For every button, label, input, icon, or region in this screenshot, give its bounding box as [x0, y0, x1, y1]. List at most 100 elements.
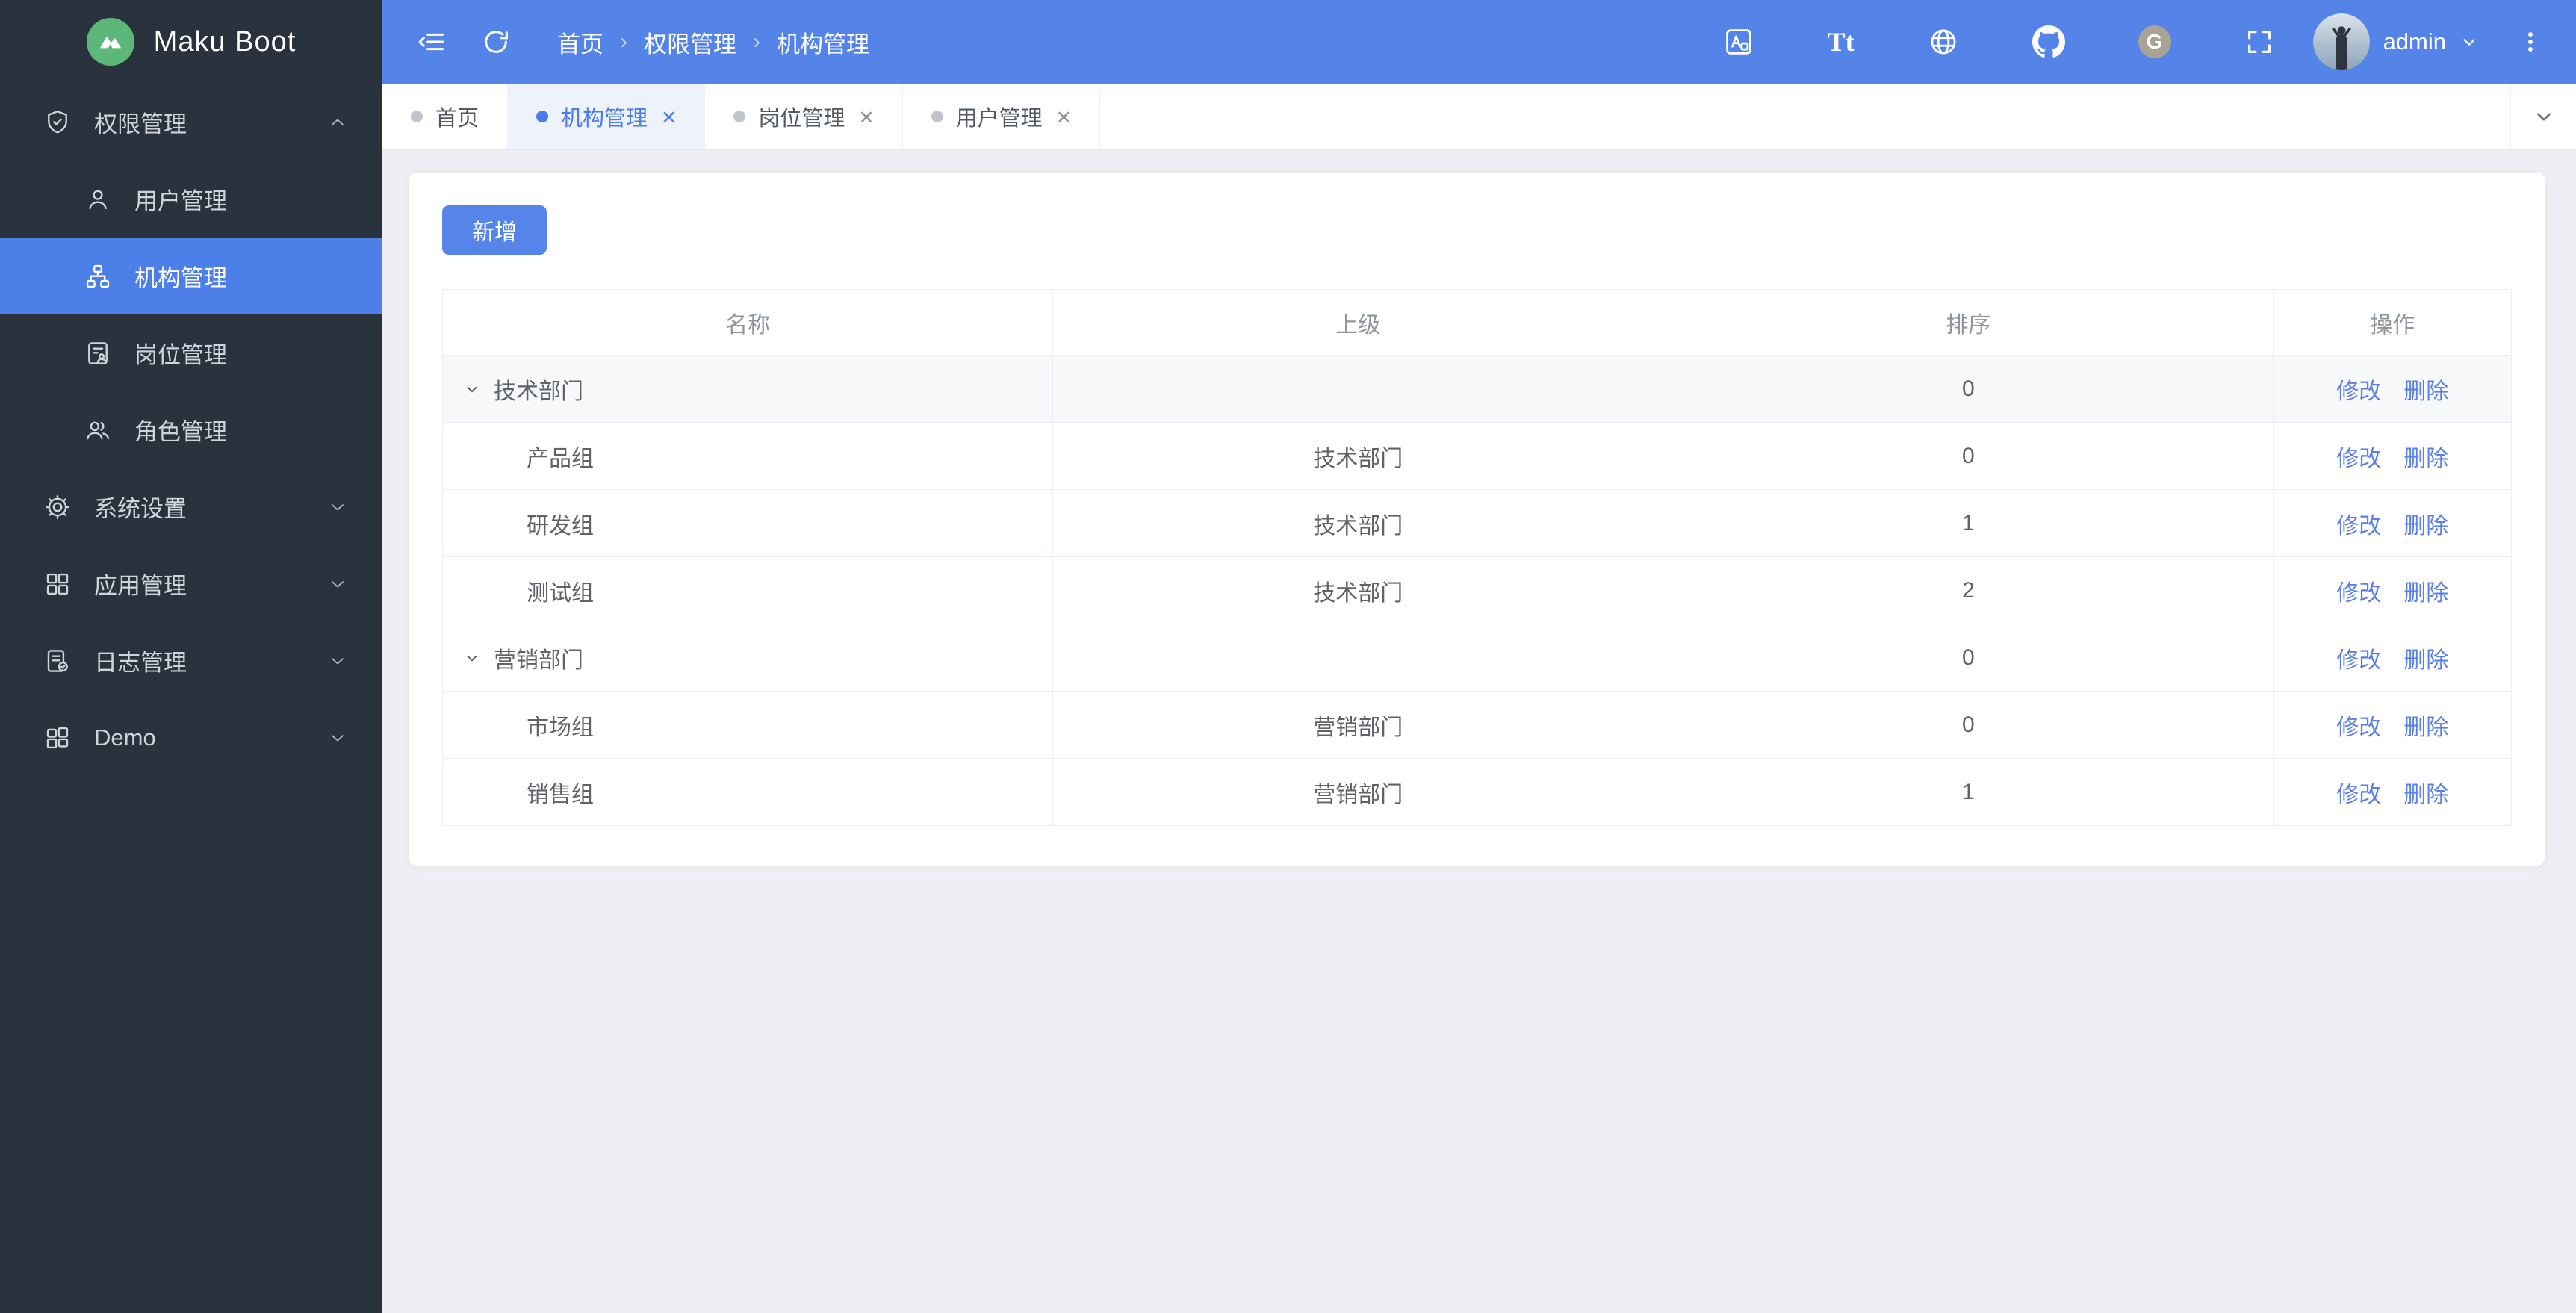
edit-link[interactable]: 修改 — [2336, 783, 2381, 807]
tabbar: 首页 机构管理 × 岗位管理 × 用户管理 × — [382, 84, 2576, 150]
expand-arrow-icon[interactable] — [459, 645, 485, 671]
cell-name: 测试组 — [441, 556, 1054, 624]
cell-name: 销售组 — [441, 758, 1054, 826]
chevron-down-icon — [327, 651, 348, 671]
sidebar-item-label: Demo — [94, 724, 156, 751]
close-icon[interactable]: × — [859, 105, 873, 129]
sidebar-item-1[interactable]: 系统设置 — [0, 468, 382, 545]
app-logo[interactable]: Maku Boot — [0, 0, 382, 84]
cell-actions: 修改 删除 — [2273, 691, 2512, 759]
delete-link[interactable]: 删除 — [2403, 514, 2448, 538]
breadcrumb-item-0[interactable]: 首页 — [557, 25, 603, 59]
sidebar-item-0[interactable]: 权限管理 — [0, 84, 382, 161]
expand-arrow-icon[interactable] — [459, 376, 485, 402]
add-button[interactable]: 新增 — [442, 205, 547, 255]
delete-link[interactable]: 删除 — [2403, 447, 2448, 471]
topbar: 首页 › 权限管理 › 机构管理 Tt G admin — [382, 0, 2576, 84]
org-icon — [84, 262, 112, 291]
chevron-down-icon — [2463, 39, 2475, 46]
user-menu[interactable]: admin — [2312, 13, 2479, 70]
sidebar-subitem-0-1[interactable]: 机构管理 — [0, 238, 382, 314]
tabs-dropdown-icon[interactable] — [2510, 84, 2576, 149]
gear-icon — [43, 493, 72, 521]
fullscreen-icon[interactable] — [2244, 27, 2274, 57]
cell-actions: 修改 删除 — [2273, 624, 2512, 692]
cell-parent: 营销部门 — [1052, 758, 1664, 826]
tab-1[interactable]: 机构管理 × — [508, 84, 706, 149]
sidebar-subitem-label: 岗位管理 — [134, 342, 227, 368]
table-body: 技术部门 0 修改 删除 产品组 技术部门 0 修改 删除 研发组 技术部门 1 修改 删除 测试组 技术部门… — [441, 355, 2512, 826]
close-icon[interactable]: × — [662, 105, 676, 129]
delete-link[interactable]: 删除 — [2403, 648, 2448, 673]
shield-icon — [43, 108, 72, 137]
table-row-0: 技术部门 0 修改 删除 — [441, 355, 2512, 423]
sidebar-subitem-0-0[interactable]: 用户管理 — [0, 161, 382, 238]
cell-actions: 修改 删除 — [2273, 556, 2512, 624]
delete-link[interactable]: 删除 — [2403, 783, 2448, 807]
sidebar-subitem-label: 机构管理 — [134, 265, 227, 291]
post-icon — [84, 339, 112, 367]
github-icon[interactable] — [2032, 25, 2065, 58]
cell-sort: 0 — [1663, 624, 2274, 692]
tab-0[interactable]: 首页 — [382, 84, 509, 149]
edit-link[interactable]: 修改 — [2336, 447, 2381, 471]
breadcrumb-item-1[interactable]: 权限管理 — [644, 25, 736, 59]
cell-parent: 技术部门 — [1052, 489, 1664, 557]
edit-link[interactable]: 修改 — [2336, 379, 2381, 404]
refresh-icon[interactable] — [481, 27, 511, 57]
kebab-menu-icon[interactable] — [2518, 27, 2543, 57]
sidebar-item-4[interactable]: Demo — [0, 699, 382, 776]
tab-status-dot — [931, 111, 943, 122]
cell-parent: 技术部门 — [1052, 422, 1664, 490]
delete-link[interactable]: 删除 — [2403, 581, 2448, 606]
collapse-sidebar-icon[interactable] — [415, 26, 447, 58]
tab-2[interactable]: 岗位管理 × — [705, 84, 903, 149]
edit-link[interactable]: 修改 — [2336, 581, 2381, 606]
tab-label: 首页 — [435, 107, 479, 131]
table-row-2: 研发组 技术部门 1 修改 删除 — [441, 489, 2512, 557]
tab-3[interactable]: 用户管理 × — [903, 84, 1100, 149]
close-icon[interactable]: × — [1057, 105, 1071, 129]
cell-actions: 修改 删除 — [2273, 758, 2512, 826]
delete-link[interactable]: 删除 — [2403, 716, 2448, 740]
sidebar-item-label: 应用管理 — [94, 573, 187, 599]
font-size-icon[interactable]: Tt — [1828, 28, 1855, 55]
logo-mountain-icon — [86, 18, 134, 66]
sidebar-item-2[interactable]: 应用管理 — [0, 545, 382, 622]
chevron-up-icon — [327, 112, 348, 133]
org-name: 产品组 — [527, 446, 594, 471]
page-content[interactable]: 新增 名称 上级 排序 操作 技术部门 0 修改 删除 产品组 技术部门 0 修改 删除 研发组 技术部门… — [382, 150, 2576, 1313]
translate-icon[interactable] — [1723, 26, 1754, 58]
username: admin — [2383, 28, 2446, 55]
globe-icon[interactable] — [1928, 26, 1959, 58]
cell-sort: 0 — [1663, 691, 2274, 759]
tab-status-dot — [536, 111, 549, 122]
sidebar-subitem-0-2[interactable]: 岗位管理 — [0, 314, 382, 391]
cell-sort: 1 — [1663, 758, 2274, 826]
roles-icon — [84, 416, 112, 444]
sidebar-item-3[interactable]: 日志管理 — [0, 622, 382, 699]
cell-actions: 修改 删除 — [2273, 355, 2512, 423]
tab-status-dot — [733, 111, 746, 122]
apps-icon — [43, 570, 72, 598]
table-row-1: 产品组 技术部门 0 修改 删除 — [441, 422, 2512, 490]
edit-link[interactable]: 修改 — [2336, 716, 2381, 740]
sidebar-subitem-0-3[interactable]: 角色管理 — [0, 391, 382, 468]
org-name: 销售组 — [527, 782, 594, 807]
delete-link[interactable]: 删除 — [2403, 379, 2448, 404]
edit-link[interactable]: 修改 — [2336, 648, 2381, 673]
chevron-down-icon — [327, 574, 348, 595]
topbar-right: Tt G admin — [1723, 13, 2543, 70]
content-card: 新增 名称 上级 排序 操作 技术部门 0 修改 删除 产品组 技术部门 0 修改 删除 研发组 技术部门… — [409, 173, 2545, 866]
gitee-icon[interactable]: G — [2138, 25, 2171, 58]
org-name: 市场组 — [527, 715, 594, 740]
column-header: 名称 — [441, 289, 1054, 356]
org-name: 测试组 — [527, 580, 594, 606]
cell-sort: 0 — [1663, 422, 2274, 490]
edit-link[interactable]: 修改 — [2336, 514, 2381, 538]
breadcrumb-separator: › — [620, 29, 627, 54]
table-row-4: 营销部门 0 修改 删除 — [441, 624, 2512, 692]
cell-name: 营销部门 — [441, 624, 1054, 692]
breadcrumb-item-2[interactable]: 机构管理 — [777, 25, 869, 59]
chevron-down-icon — [327, 497, 348, 518]
